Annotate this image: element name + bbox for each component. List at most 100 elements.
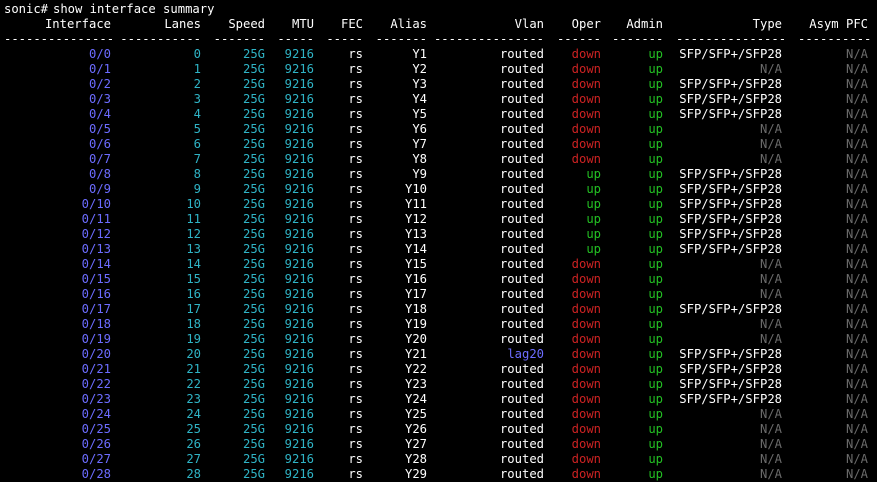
- cell-speed: 25G: [242, 467, 265, 481]
- cell-type: SFP/SFP+/SFP28: [679, 182, 782, 196]
- cell-pfc: N/A: [845, 452, 868, 466]
- cell-vlan: routed: [499, 332, 544, 346]
- cell-speed: 25G: [242, 167, 265, 181]
- cell-oper: down: [571, 302, 601, 316]
- cell-speed: 25G: [242, 197, 265, 211]
- cell-fec: rs: [348, 317, 363, 331]
- cell-vlan: routed: [499, 287, 544, 301]
- cell-lanes: 25: [186, 422, 201, 436]
- table-row: 0/7 7 25G 9216 rs Y8 routed down up N/A N/A: [0, 152, 877, 167]
- cell-pfc: N/A: [845, 62, 868, 76]
- cell-admin: up: [648, 272, 663, 286]
- col-header-type: Type: [752, 17, 782, 31]
- cell-vlan: routed: [499, 362, 544, 376]
- table-row: 0/13 13 25G 9216 rs Y14 routed up up SFP/SFP+/SFP…: [0, 242, 877, 257]
- cell-fec: rs: [348, 152, 363, 166]
- terminal-window[interactable]: --------- sonic# show interface summary …: [0, 0, 877, 481]
- cell-alias: Y1: [412, 47, 427, 61]
- table-row: 0/5 5 25G 9216 rs Y6 routed down up N/A N/A: [0, 122, 877, 137]
- cell-alias: Y16: [404, 272, 427, 286]
- cell-iface: 0/16: [81, 287, 111, 301]
- cell-alias: Y5: [412, 107, 427, 121]
- cell-fec: rs: [348, 227, 363, 241]
- cell-pfc: N/A: [845, 227, 868, 241]
- cell-alias: Y19: [404, 317, 427, 331]
- cell-iface: 0/22: [81, 377, 111, 391]
- table-row: 0/9 9 25G 9216 rs Y10 routed up up SFP/SFP+/SFP28…: [0, 182, 877, 197]
- cell-type: SFP/SFP+/SFP28: [679, 347, 782, 361]
- cell-mtu: 9216: [284, 77, 314, 91]
- cell-iface: 0/3: [88, 92, 111, 106]
- cell-oper: down: [571, 257, 601, 271]
- cell-type: SFP/SFP+/SFP28: [679, 242, 782, 256]
- cell-speed: 25G: [242, 92, 265, 106]
- cell-fec: rs: [348, 287, 363, 301]
- cell-pfc: N/A: [845, 422, 868, 436]
- command-line[interactable]: sonic# show interface summary: [0, 2, 877, 17]
- cell-pfc: N/A: [845, 362, 868, 376]
- cell-alias: Y12: [404, 212, 427, 226]
- cell-iface: 0/24: [81, 407, 111, 421]
- cell-mtu: 9216: [284, 227, 314, 241]
- cell-admin: up: [648, 347, 663, 361]
- cell-speed: 25G: [242, 227, 265, 241]
- cell-pfc: N/A: [845, 242, 868, 256]
- table-row: 0/6 6 25G 9216 rs Y7 routed down up N/A N/A: [0, 137, 877, 152]
- cell-mtu: 9216: [284, 332, 314, 346]
- cell-lanes: 17: [186, 302, 201, 316]
- cell-iface: 0/0: [88, 47, 111, 61]
- cell-oper: down: [571, 62, 601, 76]
- cell-oper: down: [571, 452, 601, 466]
- cell-fec: rs: [348, 467, 363, 481]
- cell-pfc: N/A: [845, 137, 868, 151]
- cell-admin: up: [648, 302, 663, 316]
- cell-oper: up: [586, 212, 601, 226]
- cell-oper: down: [571, 347, 601, 361]
- cell-admin: up: [648, 407, 663, 421]
- cell-lanes: 0: [193, 47, 201, 61]
- table-row: 0/21 21 25G 9216 rs Y22 routed down up SFP/SFP+/S…: [0, 362, 877, 377]
- cell-fec: rs: [348, 437, 363, 451]
- cell-mtu: 9216: [284, 152, 314, 166]
- cell-alias: Y8: [412, 152, 427, 166]
- cell-type: SFP/SFP+/SFP28: [679, 392, 782, 406]
- cell-mtu: 9216: [284, 62, 314, 76]
- cell-alias: Y9: [412, 167, 427, 181]
- cell-iface: 0/6: [88, 137, 111, 151]
- cell-alias: Y4: [412, 92, 427, 106]
- cell-pfc: N/A: [845, 197, 868, 211]
- cell-type: SFP/SFP+/SFP28: [679, 77, 782, 91]
- cell-vlan: routed: [499, 197, 544, 211]
- cell-iface: 0/26: [81, 437, 111, 451]
- cell-lanes: 1: [193, 62, 201, 76]
- cell-alias: Y6: [412, 122, 427, 136]
- cell-mtu: 9216: [284, 242, 314, 256]
- cell-lanes: 19: [186, 332, 201, 346]
- cell-mtu: 9216: [284, 167, 314, 181]
- cell-oper: down: [571, 332, 601, 346]
- col-separator-speed: -------: [213, 32, 265, 46]
- cell-lanes: 12: [186, 227, 201, 241]
- cell-lanes: 3: [193, 92, 201, 106]
- cell-oper: down: [571, 422, 601, 436]
- table-row: 0/12 12 25G 9216 rs Y13 routed up up SFP/SFP+/SFP…: [0, 227, 877, 242]
- cell-admin: up: [648, 197, 663, 211]
- cell-mtu: 9216: [284, 392, 314, 406]
- cell-iface: 0/18: [81, 317, 111, 331]
- cell-type: SFP/SFP+/SFP28: [679, 377, 782, 391]
- col-header-mtu: MTU: [291, 17, 314, 31]
- table-row: 0/19 19 25G 9216 rs Y20 routed down up N/A N/A: [0, 332, 877, 347]
- cell-speed: 25G: [242, 137, 265, 151]
- cell-alias: Y11: [404, 197, 427, 211]
- cell-oper: down: [571, 362, 601, 376]
- cell-iface: 0/4: [88, 107, 111, 121]
- cell-fec: rs: [348, 167, 363, 181]
- cell-iface: 0/21: [81, 362, 111, 376]
- cell-speed: 25G: [242, 332, 265, 346]
- table-row: 0/20 20 25G 9216 rs Y21 lag20 down up SFP/SFP+/SF…: [0, 347, 877, 362]
- cell-speed: 25G: [242, 287, 265, 301]
- cell-mtu: 9216: [284, 317, 314, 331]
- cell-admin: up: [648, 77, 663, 91]
- cell-mtu: 9216: [284, 362, 314, 376]
- cell-vlan: routed: [499, 107, 544, 121]
